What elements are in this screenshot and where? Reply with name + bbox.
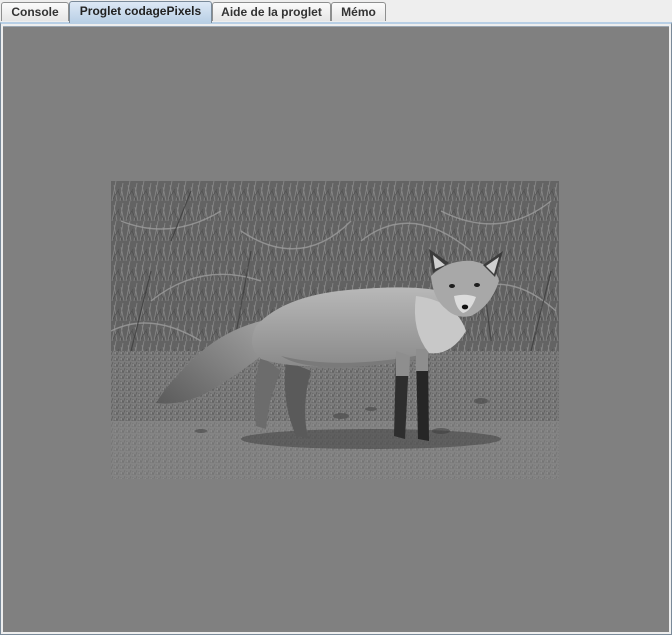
fox-photo [111, 181, 559, 479]
tab-console[interactable]: Console [1, 2, 69, 21]
pixel-canvas[interactable] [3, 26, 669, 632]
app-window: Console Proglet codagePixels Aide de la … [0, 0, 672, 635]
tab-bar: Console Proglet codagePixels Aide de la … [0, 0, 672, 23]
proglet-panel [0, 22, 672, 635]
tab-aide-proglet[interactable]: Aide de la proglet [212, 2, 331, 21]
tab-memo[interactable]: Mémo [331, 2, 386, 21]
tab-proglet-codagepixels[interactable]: Proglet codagePixels [69, 1, 212, 23]
